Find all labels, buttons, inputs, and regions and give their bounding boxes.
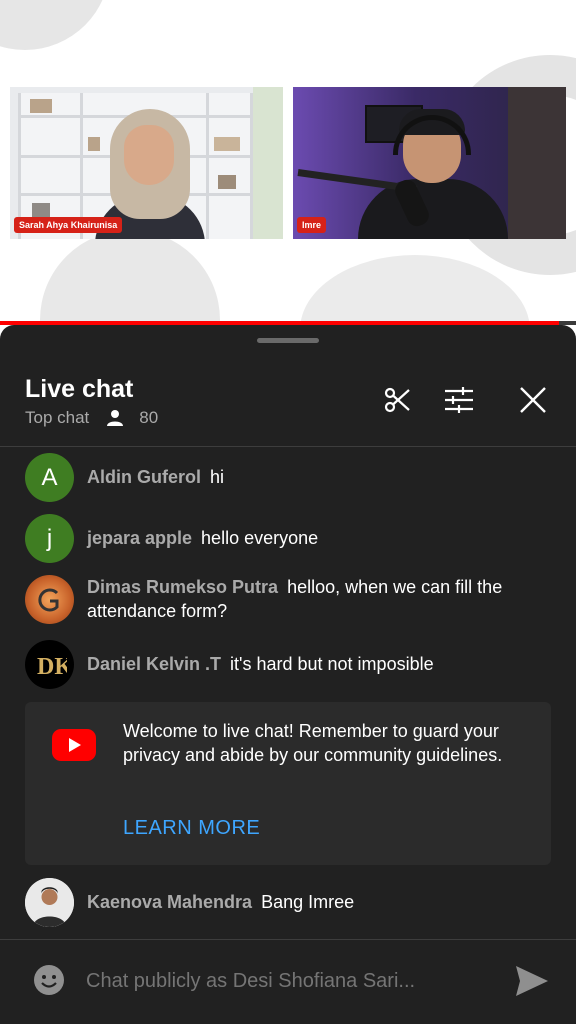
avatar: [25, 878, 74, 927]
chat-message[interactable]: Kaenova Mahendra Bang Imree: [25, 878, 555, 927]
chat-input-bar: [0, 939, 576, 1024]
participant-name-tag: Imre: [297, 217, 327, 233]
participant-video-right: Imre: [293, 87, 566, 239]
chat-message[interactable]: j jepara apple hello everyone: [25, 514, 555, 563]
close-icon[interactable]: [516, 383, 550, 417]
message-text: hello everyone: [201, 528, 319, 548]
chat-mode-selector[interactable]: Top chat 80: [25, 408, 158, 428]
filter-sliders-icon[interactable]: [442, 383, 476, 417]
message-author[interactable]: Dimas Rumekso Putra: [87, 577, 278, 597]
avatar: [25, 575, 74, 624]
drag-handle[interactable]: [257, 338, 319, 343]
welcome-notice: Welcome to live chat! Remember to guard …: [25, 702, 551, 865]
background-decoration: [0, 0, 110, 50]
participant-name-tag: Sarah Ahya Khairunisa: [14, 217, 123, 233]
chat-message[interactable]: DK Daniel Kelvin .T it's hard but not imp…: [25, 640, 555, 689]
message-author[interactable]: Kaenova Mahendra: [87, 892, 252, 912]
video-player[interactable]: Sarah Ahya Khairunisa Imre: [0, 0, 576, 325]
person-icon: [105, 408, 125, 428]
curtain: [508, 87, 566, 239]
learn-more-link[interactable]: LEARN MORE: [123, 817, 260, 840]
message-text: Bang Imree: [261, 892, 355, 912]
message-text: hi: [210, 467, 225, 487]
header-divider: [0, 446, 576, 447]
background-decoration: [300, 255, 530, 325]
live-chat-panel: Live chat Top chat 80 A Aldin Guferol hi: [0, 325, 576, 1024]
welcome-text: Welcome to live chat! Remember to guard …: [123, 721, 503, 765]
background-decoration: [40, 230, 220, 325]
viewer-count: 80: [139, 408, 159, 427]
chat-title: Live chat: [25, 375, 134, 403]
chat-message[interactable]: A Aldin Guferol hi: [25, 453, 555, 502]
emoji-icon[interactable]: [33, 964, 65, 996]
participant-video-left: Sarah Ahya Khairunisa: [10, 87, 283, 239]
svg-text:DK: DK: [37, 654, 67, 680]
participant-figure: [124, 125, 174, 185]
message-body: Dimas Rumekso Putra helloo, when we can f…: [87, 575, 555, 623]
message-body: Kaenova Mahendra Bang Imree: [87, 878, 354, 914]
message-body: Aldin Guferol hi: [87, 453, 224, 489]
chat-mode-label: Top chat: [25, 408, 90, 427]
message-author[interactable]: Aldin Guferol: [87, 467, 201, 487]
message-author[interactable]: Daniel Kelvin .T: [87, 654, 221, 674]
window: [253, 87, 283, 239]
message-author[interactable]: jepara apple: [87, 528, 192, 548]
scissors-icon[interactable]: [380, 383, 414, 417]
chat-message[interactable]: Dimas Rumekso Putra helloo, when we can f…: [25, 575, 555, 624]
avatar: DK: [25, 640, 74, 689]
message-body: jepara apple hello everyone: [87, 514, 318, 550]
message-text: it's hard but not imposible: [230, 654, 434, 674]
avatar: A: [25, 453, 74, 502]
send-icon[interactable]: [514, 964, 550, 998]
youtube-logo-icon: [52, 729, 96, 761]
avatar: j: [25, 514, 74, 563]
message-body: Daniel Kelvin .T it's hard but not imposi…: [87, 640, 434, 676]
chat-message-input[interactable]: [86, 970, 486, 993]
